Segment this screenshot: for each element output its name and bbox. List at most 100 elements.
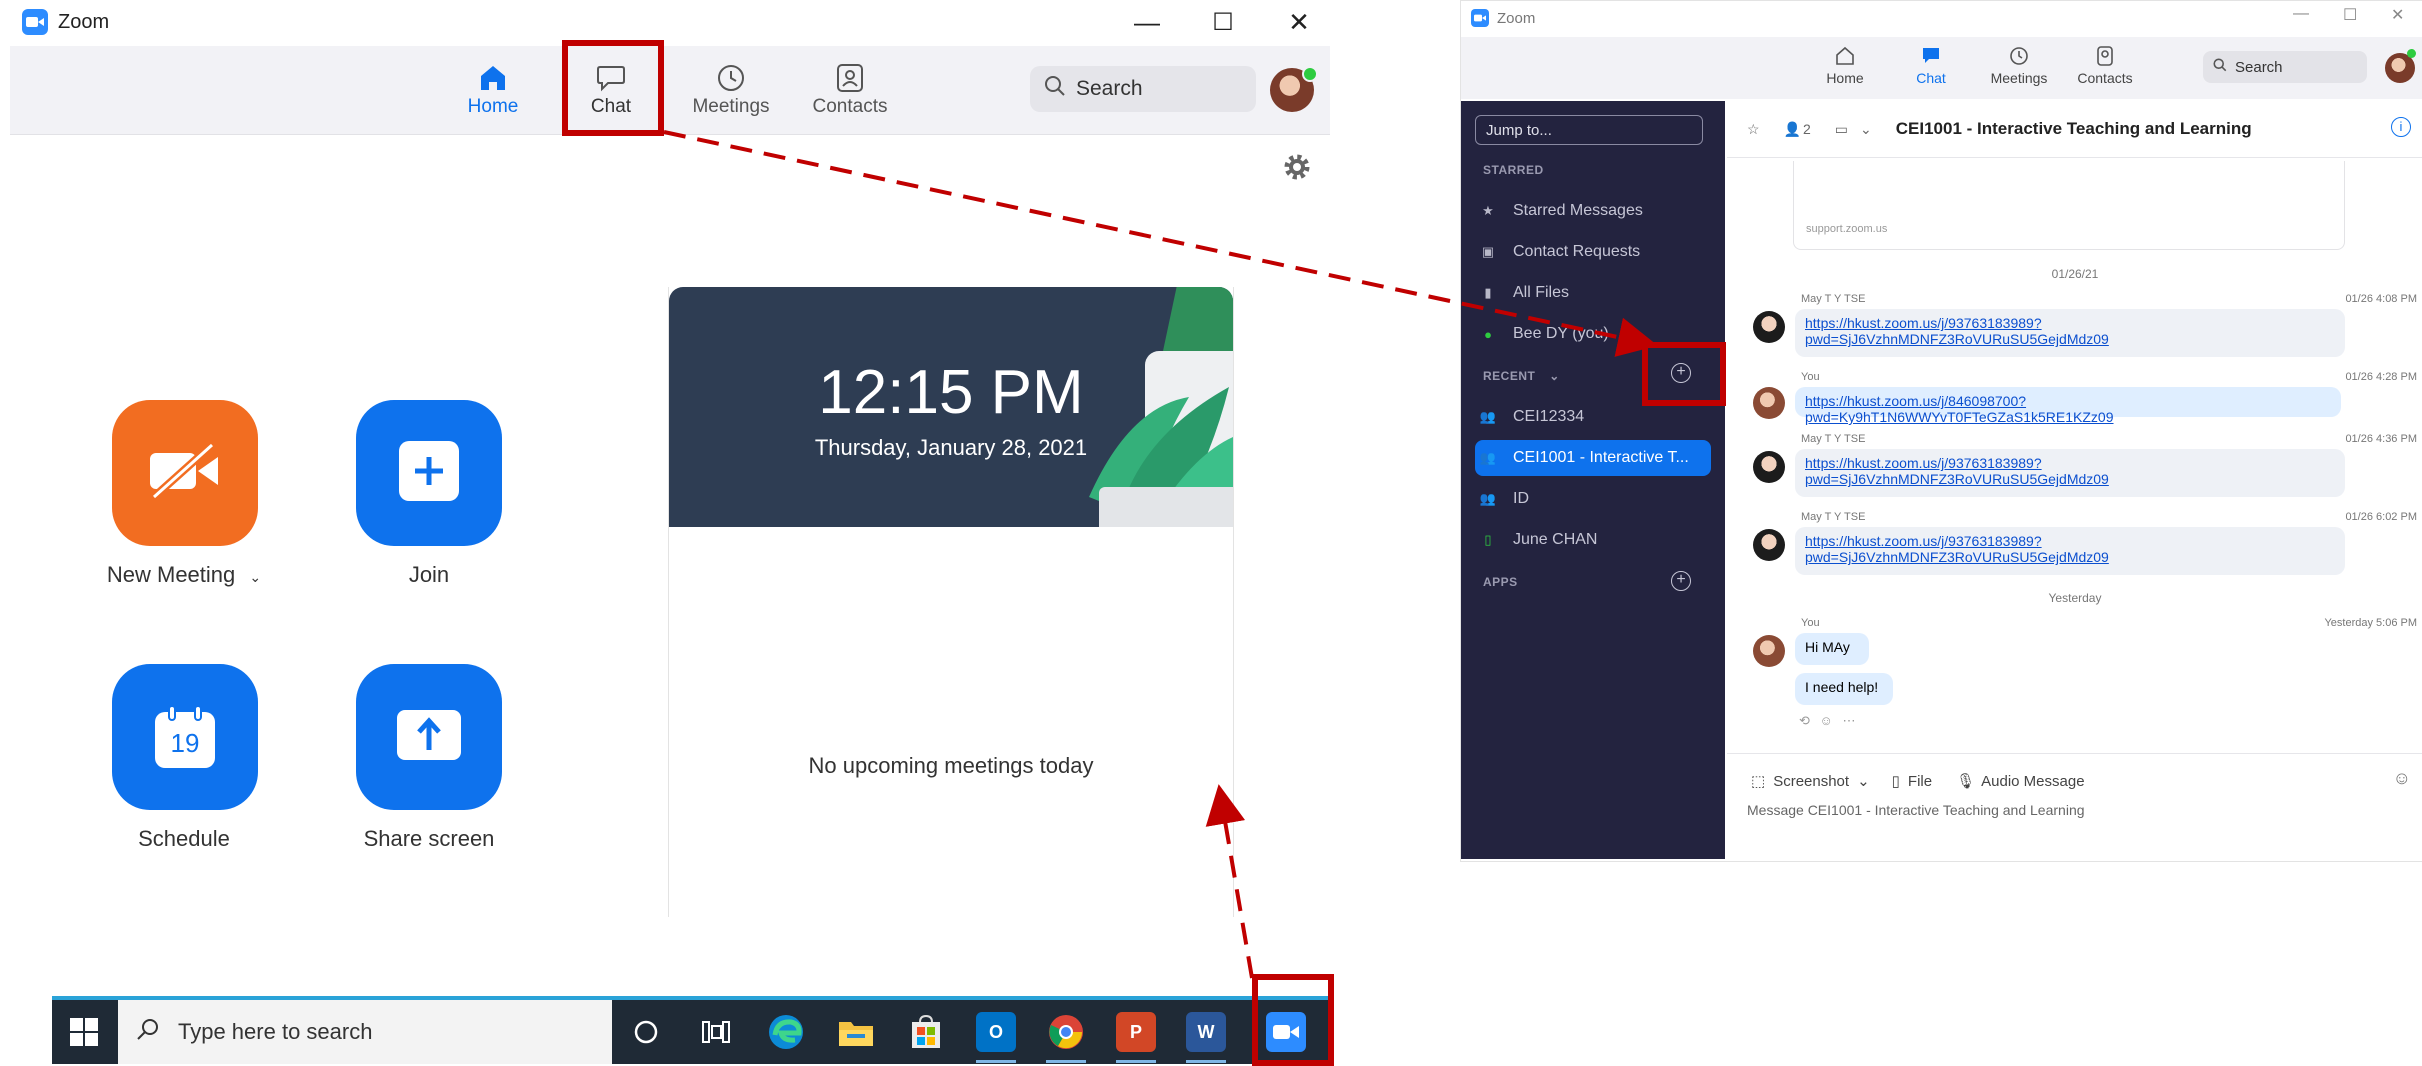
avatar[interactable] — [1753, 451, 1785, 483]
message-link[interactable]: https://hkust.zoom.us/j/846098700?pwd=Ky… — [1805, 393, 2114, 425]
close-button[interactable]: ✕ — [1264, 0, 1334, 44]
chevron-down-icon[interactable]: ⌄ — [249, 569, 261, 585]
new-meeting-button[interactable] — [112, 400, 258, 546]
sidebar-item-id[interactable]: 👥 ID — [1475, 481, 1711, 517]
share-screen-button[interactable] — [356, 664, 502, 810]
edge-icon[interactable] — [766, 1012, 806, 1052]
member-count[interactable]: 2 — [1803, 121, 1811, 137]
screenshot-icon[interactable]: ⬚ — [1751, 772, 1765, 790]
message-time: 01/26 6:02 PM — [2345, 511, 2417, 523]
home-icon — [1807, 45, 1883, 70]
tab-contacts[interactable]: Contacts — [2067, 45, 2143, 86]
jump-to-input[interactable]: Jump to... — [1475, 115, 1703, 145]
tab-meetings[interactable]: Meetings — [1981, 45, 2057, 86]
avatar[interactable] — [1753, 529, 1785, 561]
join-label[interactable]: Join — [309, 562, 549, 588]
avatar[interactable] — [1753, 387, 1785, 419]
sidebar-item-starred-messages[interactable]: ★ Starred Messages — [1475, 193, 1711, 229]
schedule-button[interactable]: 19 — [112, 664, 258, 810]
file-icon[interactable]: ▯ — [1892, 772, 1900, 790]
chrome-icon[interactable] — [1046, 1012, 1086, 1052]
message-actions: ⟲ ☺ ⋯ — [1799, 713, 1855, 729]
message-bubble[interactable]: Hi MAy — [1795, 633, 1869, 665]
message-bubble[interactable]: https://hkust.zoom.us/j/93763183989? pwd… — [1795, 449, 2345, 497]
message-link[interactable]: https://hkust.zoom.us/j/93763183989? — [1805, 455, 2042, 471]
add-app-button[interactable]: + — [1671, 571, 1691, 591]
cortana-icon[interactable] — [626, 1012, 666, 1052]
file-button[interactable]: File — [1908, 773, 1932, 790]
message-link[interactable]: https://hkust.zoom.us/j/93763183989? — [1805, 315, 2042, 331]
sidebar-item-june-chan[interactable]: ▯ June CHAN — [1475, 522, 1711, 558]
current-date: Thursday, January 28, 2021 — [814, 435, 1088, 460]
message-bubble[interactable]: https://hkust.zoom.us/j/93763183989? pwd… — [1795, 527, 2345, 575]
outlook-icon[interactable]: O — [976, 1012, 1016, 1052]
tab-home[interactable]: Home — [1807, 45, 1883, 86]
online-status-dot — [2407, 49, 2416, 58]
members-icon[interactable]: 👤 — [1784, 121, 1801, 138]
online-dot-icon: ● — [1484, 326, 1492, 342]
info-icon[interactable]: i — [2391, 117, 2411, 137]
settings-gear-icon[interactable] — [1282, 152, 1312, 187]
word-running-indicator — [1186, 1060, 1226, 1063]
tab-meetings[interactable]: Meetings — [686, 60, 776, 118]
link-preview-card[interactable]: support.zoom.us — [1793, 161, 2345, 250]
maximize-button[interactable]: ☐ — [1188, 0, 1258, 44]
task-view-icon[interactable] — [696, 1012, 736, 1052]
sidebar-item-contact-requests[interactable]: ▣ Contact Requests — [1475, 234, 1711, 270]
close-button[interactable]: ✕ — [2391, 5, 2404, 25]
new-meeting-label[interactable]: New Meeting ⌄ — [64, 562, 304, 588]
message-link[interactable]: pwd=SjJ6VzhnMDNFZ3RoVURuSU5GejdMdz09 — [1805, 331, 2109, 347]
message-sender: You — [1801, 371, 1820, 383]
reply-icon[interactable]: ⟲ — [1799, 713, 1810, 728]
avatar[interactable] — [1753, 635, 1785, 667]
message-bubble[interactable]: https://hkust.zoom.us/j/93763183989? pwd… — [1795, 309, 2345, 357]
sidebar-item-all-files[interactable]: ▮ All Files — [1475, 275, 1711, 311]
message-link[interactable]: https://hkust.zoom.us/j/93763183989? — [1805, 533, 2042, 549]
word-icon[interactable]: W — [1186, 1012, 1226, 1052]
chevron-down-icon[interactable]: ⌄ — [1860, 121, 1872, 138]
avatar[interactable] — [1753, 311, 1785, 343]
emoji-reaction-icon[interactable]: ☺ — [1820, 713, 1833, 728]
sidebar-item-label: Bee DY (you) — [1513, 325, 1609, 342]
emoji-icon[interactable]: ☺ — [2393, 768, 2411, 789]
store-icon[interactable] — [906, 1012, 946, 1052]
join-button[interactable] — [356, 400, 502, 546]
message-link[interactable]: pwd=SjJ6VzhnMDNFZ3RoVURuSU5GejdMdz09 — [1805, 471, 2109, 487]
message-bubble[interactable]: I need help! — [1795, 673, 1893, 705]
search-input[interactable]: Search — [1030, 66, 1256, 112]
more-icon[interactable]: ⋯ — [1842, 713, 1855, 728]
maximize-button[interactable]: ☐ — [2343, 5, 2357, 25]
tab-contacts[interactable]: Contacts — [805, 60, 895, 118]
clock-icon — [1981, 45, 2057, 70]
schedule-label[interactable]: Schedule — [64, 826, 304, 852]
audio-message-button[interactable]: Audio Message — [1981, 773, 2084, 790]
message-input[interactable]: Message CEI1001 - Interactive Teaching a… — [1747, 802, 2085, 818]
chevron-down-icon[interactable]: ⌄ — [1857, 772, 1870, 790]
taskbar-search-placeholder: Type here to search — [178, 1019, 373, 1044]
file-explorer-icon[interactable] — [836, 1012, 876, 1052]
minimize-button[interactable]: — — [2293, 5, 2309, 23]
powerpoint-running-indicator — [1116, 1060, 1156, 1063]
windows-start-icon[interactable] — [68, 1016, 100, 1053]
minimize-button[interactable]: — — [1112, 0, 1182, 44]
star-outline-icon[interactable]: ☆ — [1747, 121, 1760, 138]
chat-sidebar: Jump to... STARRED ★ Starred Messages ▣ Co… — [1461, 101, 1725, 859]
message-link[interactable]: pwd=SjJ6VzhnMDNFZ3RoVURuSU5GejdMdz09 — [1805, 549, 2109, 565]
tab-home[interactable]: Home — [448, 60, 538, 118]
share-screen-label[interactable]: Share screen — [309, 826, 549, 852]
outlook-letter: O — [988, 1021, 1003, 1042]
message-bubble[interactable]: https://hkust.zoom.us/j/846098700?pwd=Ky… — [1795, 387, 2341, 425]
chat-icon — [1893, 45, 1969, 70]
chrome-running-indicator — [1046, 1060, 1086, 1063]
microphone-icon[interactable]: 🎙 — [1956, 772, 1975, 790]
tab-chat[interactable]: Chat — [1893, 45, 1969, 86]
video-off-icon[interactable]: ▭ — [1835, 121, 1848, 138]
screenshot-button[interactable]: Screenshot — [1773, 773, 1849, 790]
search-input[interactable]: Search — [2203, 51, 2367, 83]
windows-taskbar: Type here to search O P W — [52, 996, 1330, 1064]
recent-heading[interactable]: RECENT ⌄ — [1483, 369, 1560, 383]
sidebar-item-label: CEI1001 - Interactive T... — [1513, 449, 1689, 466]
sidebar-item-cei1001[interactable]: 👥 CEI1001 - Interactive T... — [1475, 440, 1711, 476]
taskbar-search-input[interactable]: Type here to search — [118, 1000, 612, 1064]
powerpoint-icon[interactable]: P — [1116, 1012, 1156, 1052]
